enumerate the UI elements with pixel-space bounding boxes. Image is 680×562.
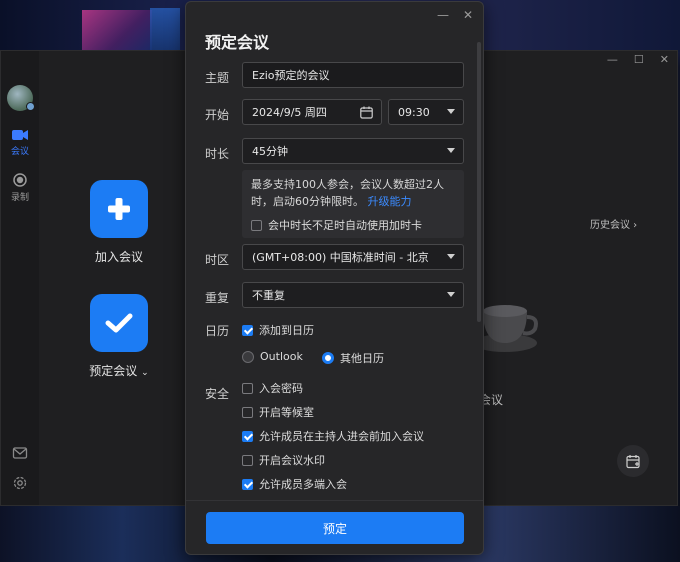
topic-label: 主题 <box>205 71 230 85</box>
repeat-value: 不重复 <box>252 289 285 302</box>
checkbox-box[interactable] <box>242 406 253 418</box>
checkbox-box[interactable] <box>242 324 253 336</box>
radio-button[interactable] <box>322 352 334 364</box>
window-controls: — ☐ ✕ <box>607 53 669 66</box>
schedule-meeting-label: 预定会议 ⌄ <box>79 362 159 379</box>
add-to-calendar-checkbox[interactable]: 添加到日历 <box>242 322 314 338</box>
join-meeting-button[interactable]: 加入会议 <box>79 180 159 265</box>
topic-value: Ezio预定的会议 <box>252 69 330 82</box>
check-icon <box>105 313 133 333</box>
timezone-select[interactable]: (GMT+08:00) 中国标准时间 - 北京 <box>242 244 464 270</box>
schedule-meeting-text: 预定会议 <box>89 364 138 378</box>
sidebar-item-meeting[interactable]: 会议 <box>1 129 39 157</box>
history-meetings-link[interactable]: 历史会议 › <box>590 216 637 231</box>
avatar-badge <box>26 102 35 111</box>
notice-text: 最多支持100人参会，会议人数超过2人时，启动60分钟限时。 <box>251 178 444 208</box>
gear-icon[interactable] <box>12 475 28 491</box>
calendar-icon <box>360 106 373 119</box>
close-icon[interactable]: ✕ <box>660 53 669 66</box>
chevron-down-icon <box>447 254 455 259</box>
schedule-submit-button[interactable]: 预定 <box>206 512 464 544</box>
history-label: 历史会议 <box>590 220 630 231</box>
chevron-down-icon <box>447 292 455 297</box>
sidebar-item-record[interactable]: 录制 <box>1 173 39 203</box>
schedule-meeting-button[interactable]: 预定会议 ⌄ <box>79 294 159 379</box>
security-option-label: 允许成员多端入会 <box>259 478 347 491</box>
security-option-waiting-room[interactable]: 开启等候室 <box>242 404 314 420</box>
outlook-label: Outlook <box>260 350 303 363</box>
sidebar: 会议 录制 <box>1 51 39 505</box>
checkbox-box[interactable] <box>251 220 262 231</box>
plus-icon <box>108 198 130 220</box>
add-to-calendar-label: 添加到日历 <box>259 324 314 337</box>
dialog-title: 预定会议 <box>205 33 270 52</box>
security-option-label: 开启会议水印 <box>259 454 325 467</box>
checkbox-box[interactable] <box>242 382 253 394</box>
dialog-controls: — ✕ <box>437 8 473 22</box>
auto-extend-checkbox[interactable]: 会中时长不足时自动使用加时卡 <box>251 217 422 234</box>
security-option-join-before-host[interactable]: 允许成员在主持人进会前加入会议 <box>242 428 424 444</box>
other-calendar-label: 其他日历 <box>340 352 384 365</box>
minimize-icon[interactable]: — <box>437 8 449 22</box>
mail-icon[interactable] <box>12 445 28 461</box>
chevron-down-icon <box>447 109 455 114</box>
chevron-down-icon <box>447 148 455 153</box>
calendar-add-button[interactable] <box>617 445 649 477</box>
duration-label: 时长 <box>205 147 230 161</box>
start-label: 开始 <box>205 108 230 122</box>
calendar-plus-icon <box>625 454 640 468</box>
duration-value: 45分钟 <box>252 145 288 158</box>
close-icon[interactable]: ✕ <box>463 8 473 22</box>
minimize-icon[interactable]: — <box>607 53 618 66</box>
submit-label: 预定 <box>322 521 347 536</box>
wallpaper-light <box>150 8 180 52</box>
video-camera-icon <box>12 130 28 140</box>
sidebar-item-label: 会议 <box>10 147 29 157</box>
upgrade-link[interactable]: 升级能力 <box>368 195 412 208</box>
join-meeting-tile[interactable] <box>90 180 148 238</box>
topic-input[interactable]: Ezio预定的会议 <box>242 62 464 88</box>
start-date-value: 2024/9/5 周四 <box>252 106 327 119</box>
maximize-icon[interactable]: ☐ <box>634 53 644 66</box>
join-meeting-label: 加入会议 <box>94 250 143 264</box>
security-option-password[interactable]: 入会密码 <box>242 380 303 396</box>
checkbox-box[interactable] <box>242 478 253 490</box>
repeat-label: 重复 <box>205 291 230 305</box>
calendar-option-outlook[interactable]: Outlook <box>242 350 303 363</box>
security-option-label: 开启等候室 <box>259 406 314 419</box>
auto-extend-label: 会中时长不足时自动使用加时卡 <box>268 219 422 232</box>
checkbox-box[interactable] <box>242 430 253 442</box>
timezone-value: (GMT+08:00) 中国标准时间 - 北京 <box>252 251 429 264</box>
sidebar-item-label: 录制 <box>10 193 29 203</box>
footer-divider <box>186 500 483 501</box>
start-time-select[interactable]: 09:30 <box>388 99 464 125</box>
security-option-watermark[interactable]: 开启会议水印 <box>242 452 325 468</box>
start-time-value: 09:30 <box>398 105 430 119</box>
security-option-label: 入会密码 <box>259 382 303 395</box>
dialog-scrollbar[interactable] <box>477 42 481 322</box>
security-option-multi-device[interactable]: 允许成员多端入会 <box>242 476 347 492</box>
record-icon <box>13 173 27 187</box>
checkbox-box[interactable] <box>242 454 253 466</box>
calendar-label: 日历 <box>205 324 230 338</box>
duration-notice: 最多支持100人参会，会议人数超过2人时，启动60分钟限时。 升级能力 会中时长… <box>242 170 464 238</box>
start-date-picker[interactable]: 2024/9/5 周四 <box>242 99 382 125</box>
security-label: 安全 <box>205 387 230 401</box>
radio-button[interactable] <box>242 350 254 363</box>
duration-select[interactable]: 45分钟 <box>242 138 464 164</box>
wallpaper-figure <box>82 10 152 52</box>
chevron-down-icon: ⌄ <box>141 368 149 378</box>
schedule-meeting-tile[interactable] <box>90 294 148 352</box>
schedule-meeting-dialog: — ✕ 预定会议 主题 Ezio预定的会议 开始 2024/9/5 周四 09:… <box>185 1 484 555</box>
timezone-label: 时区 <box>205 253 230 267</box>
security-option-label: 允许成员在主持人进会前加入会议 <box>259 430 424 443</box>
repeat-select[interactable]: 不重复 <box>242 282 464 308</box>
calendar-option-other[interactable]: 其他日历 <box>322 350 384 366</box>
